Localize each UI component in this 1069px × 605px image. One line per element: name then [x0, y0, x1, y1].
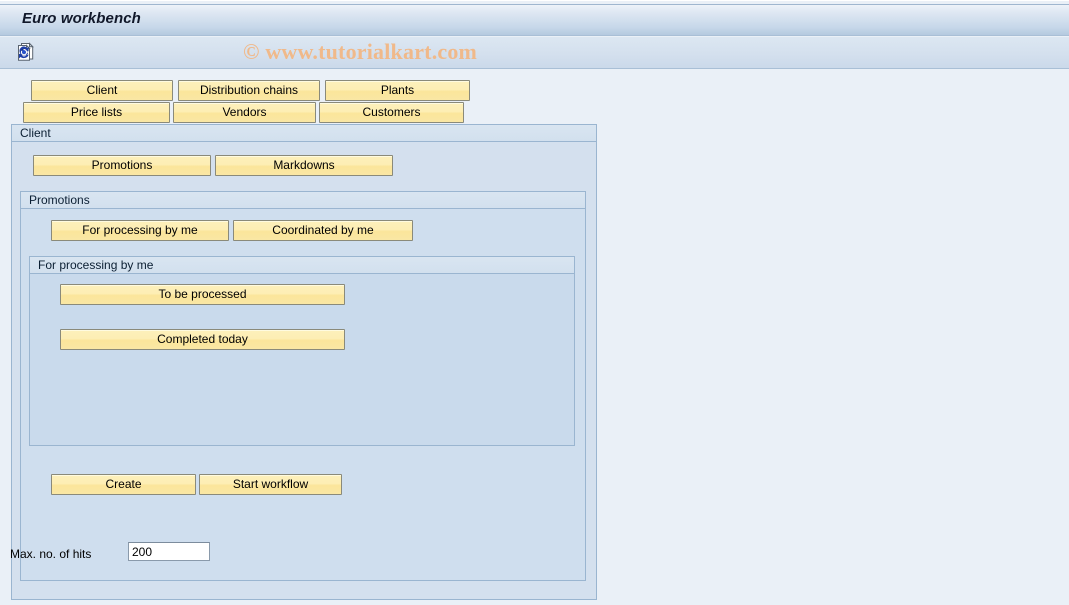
max-hits-label: Max. no. of hits	[10, 547, 92, 561]
button-completed-today[interactable]: Completed today	[60, 329, 345, 350]
button-distribution-chains[interactable]: Distribution chains	[178, 80, 320, 101]
application-window: Euro workbench © www.tutorialkart.com Cl…	[0, 0, 1069, 605]
button-to-be-processed[interactable]: To be processed	[60, 284, 345, 305]
button-create[interactable]: Create	[51, 474, 196, 495]
group-client: Client Promotions Markdowns Promotions F…	[11, 124, 597, 600]
button-start-workflow[interactable]: Start workflow	[199, 474, 342, 495]
group-for-processing-header: For processing by me	[30, 257, 574, 274]
refresh-document-icon	[16, 41, 36, 64]
button-promotions[interactable]: Promotions	[33, 155, 211, 176]
refresh-document-button[interactable]	[14, 41, 38, 64]
button-customers[interactable]: Customers	[319, 102, 464, 123]
button-plants[interactable]: Plants	[325, 80, 470, 101]
button-price-lists[interactable]: Price lists	[23, 102, 170, 123]
group-client-header: Client	[12, 125, 596, 142]
group-for-processing-by-me: For processing by me To be processed Com…	[29, 256, 575, 446]
toolbar	[0, 37, 1069, 69]
max-hits-input[interactable]	[128, 542, 210, 561]
button-markdowns[interactable]: Markdowns	[215, 155, 393, 176]
group-promotions: Promotions For processing by me Coordina…	[20, 191, 586, 581]
button-client[interactable]: Client	[31, 80, 173, 101]
title-bar: Euro workbench	[0, 4, 1069, 36]
max-hits-row: Max. no. of hits	[0, 541, 1069, 571]
button-for-processing-by-me[interactable]: For processing by me	[51, 220, 229, 241]
group-promotions-header: Promotions	[21, 192, 585, 209]
screen-body: Client Distribution chains Plants Price …	[0, 70, 1069, 605]
button-vendors[interactable]: Vendors	[173, 102, 316, 123]
page-title: Euro workbench	[22, 10, 141, 27]
button-coordinated-by-me[interactable]: Coordinated by me	[233, 220, 413, 241]
